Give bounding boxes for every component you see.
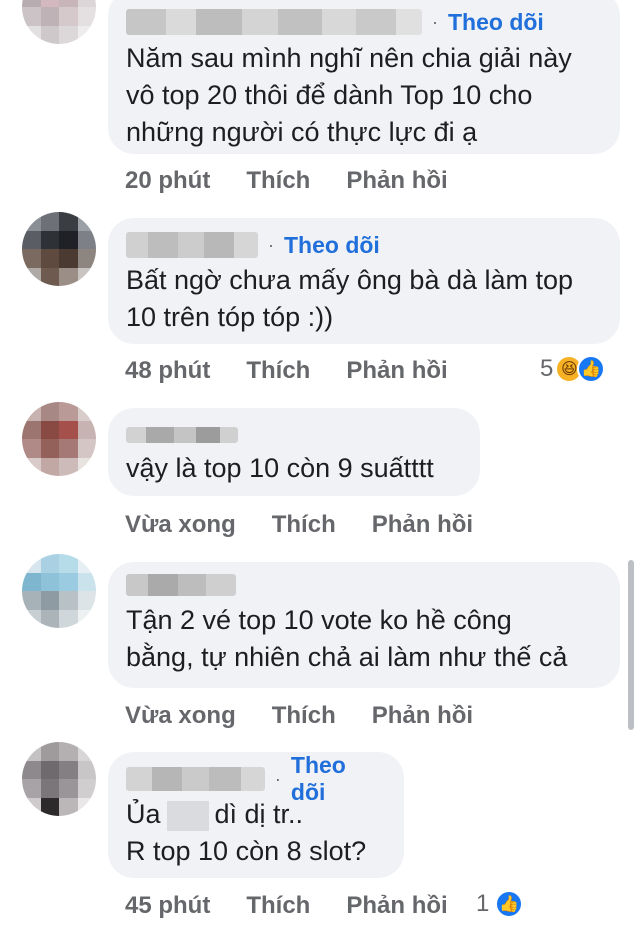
- like-icon: 👍: [577, 355, 606, 383]
- comment-text-line: R top 10 còn 8 slot?: [126, 836, 367, 866]
- timestamp[interactable]: Vừa xong: [125, 702, 236, 730]
- reply-button[interactable]: Phản hồi: [346, 357, 447, 385]
- author-name-redacted[interactable]: [126, 574, 236, 596]
- author-name-redacted[interactable]: [126, 232, 258, 258]
- reply-button[interactable]: Phản hồi: [346, 167, 447, 195]
- avatar[interactable]: [22, 212, 96, 286]
- comment-actions: 20 phút Thích Phản hồi: [125, 167, 448, 195]
- comment-text-part: dì dị tr..: [214, 799, 304, 829]
- redacted-name: [166, 800, 209, 831]
- like-button[interactable]: Thích: [246, 167, 310, 195]
- follow-link[interactable]: Theo dõi: [284, 232, 380, 259]
- comment-actions: Vừa xong Thích Phản hồi: [125, 702, 473, 730]
- timestamp[interactable]: 20 phút: [125, 167, 210, 195]
- author-name-redacted[interactable]: [126, 9, 422, 35]
- name-row: · Theo dõi: [126, 752, 386, 805]
- separator-dot: ·: [432, 11, 438, 32]
- name-row: [126, 420, 462, 450]
- comment-text: Tận 2 vé top 10 vote ko hề công bằng, tự…: [126, 605, 568, 672]
- name-row: [126, 568, 602, 602]
- comment-text: Bất ngờ chưa mấy ông bà dà làm top 10 tr…: [126, 265, 574, 332]
- like-button[interactable]: Thích: [246, 892, 310, 920]
- timestamp[interactable]: 48 phút: [125, 357, 210, 385]
- timestamp[interactable]: Vừa xong: [125, 511, 236, 539]
- like-button[interactable]: Thích: [272, 702, 336, 730]
- separator-dot: ·: [274, 768, 281, 789]
- comment-actions: Vừa xong Thích Phản hồi: [125, 511, 473, 539]
- follow-link[interactable]: Theo dõi: [448, 9, 544, 36]
- comment-actions: 48 phút Thích Phản hồi: [125, 357, 448, 385]
- avatar[interactable]: [22, 742, 96, 816]
- comment-bubble: · Theo dõi Bất ngờ chưa mấy ông bà dà là…: [108, 218, 620, 344]
- like-icon: 👍: [495, 890, 524, 918]
- comment-bubble: Tận 2 vé top 10 vote ko hề công bằng, tự…: [108, 562, 620, 688]
- comment-text: vậy là top 10 còn 9 suấtttt: [126, 453, 434, 483]
- avatar[interactable]: [22, 0, 96, 44]
- comment-bubble: · Theo dõi Năm sau mình nghĩ nên chia gi…: [108, 0, 620, 154]
- name-row: · Theo dõi: [126, 228, 602, 262]
- avatar[interactable]: [22, 402, 96, 476]
- reply-button[interactable]: Phản hồi: [372, 702, 473, 730]
- author-name-redacted[interactable]: [126, 767, 265, 791]
- scrollbar[interactable]: [628, 560, 634, 730]
- reply-button[interactable]: Phản hồi: [372, 511, 473, 539]
- name-row: · Theo dõi: [126, 4, 602, 40]
- comment-text: Năm sau mình nghĩ nên chia giải này vô t…: [126, 43, 572, 147]
- reply-button[interactable]: Phản hồi: [346, 892, 447, 920]
- reaction-count: 5: [540, 355, 554, 382]
- like-button[interactable]: Thích: [246, 357, 310, 385]
- comment-bubble: · Theo dõi Ủa dì dị tr.. R top 10 còn 8 s…: [108, 752, 404, 878]
- separator-dot: ·: [268, 234, 274, 255]
- follow-link[interactable]: Theo dõi: [291, 752, 386, 806]
- comment-bubble: vậy là top 10 còn 9 suấtttt: [108, 408, 480, 496]
- reaction-summary[interactable]: 1 👍: [476, 890, 524, 918]
- comment-actions: 45 phút Thích Phản hồi: [125, 892, 448, 920]
- like-button[interactable]: Thích: [272, 511, 336, 539]
- author-name-redacted[interactable]: [126, 427, 238, 443]
- avatar[interactable]: [22, 554, 96, 628]
- comment-text: Ủa dì dị tr.. R top 10 còn 8 slot?: [126, 796, 386, 870]
- comment-text-part: Ủa: [126, 799, 161, 829]
- reaction-summary[interactable]: 5 😆 👍: [540, 355, 606, 383]
- timestamp[interactable]: 45 phút: [125, 892, 210, 920]
- reaction-count: 1: [476, 890, 490, 917]
